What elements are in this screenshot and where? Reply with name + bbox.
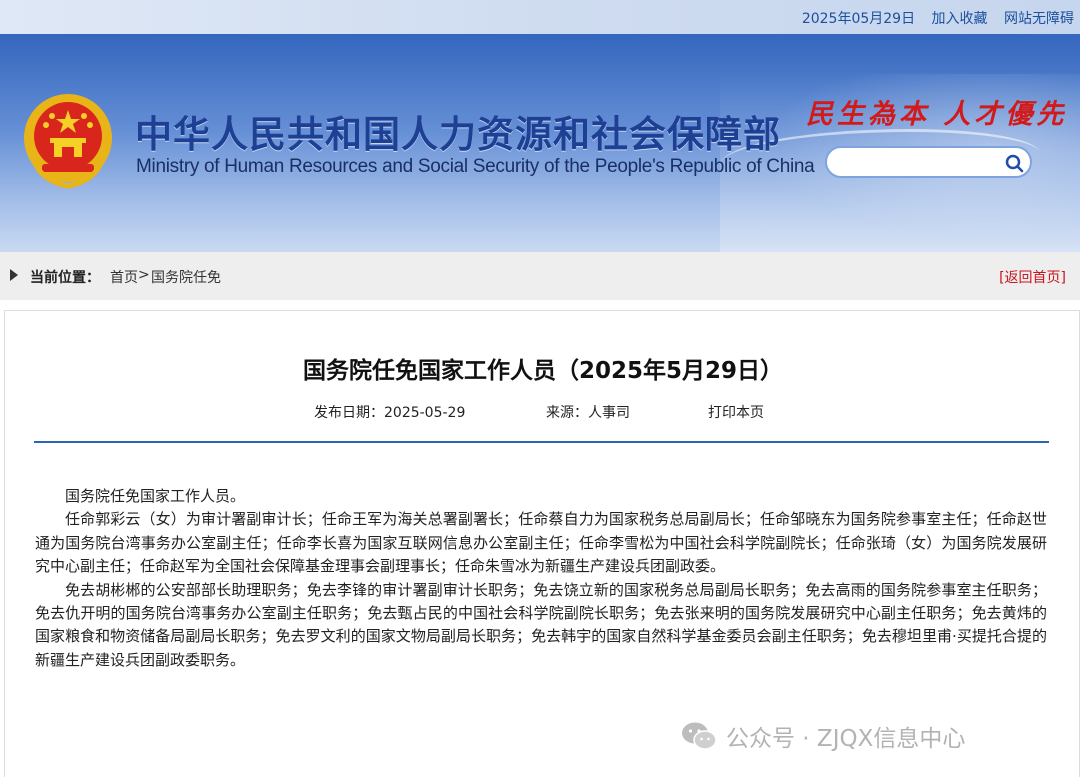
article-body: 国务院任免国家工作人员。 任命郭彩云（女）为审计署副审计长；任命王军为海关总署副… [35,485,1047,672]
top-bar: 2025年05月29日 加入收藏 网站无障碍 [0,0,1080,34]
wechat-icon [682,722,717,750]
breadcrumb-arrow-icon [10,269,18,281]
article-source: 来源：人事司 [546,402,630,422]
watermark-text: 公众号 · ZJQX信息中心 [726,726,966,752]
site-banner: 中华人民共和国人力资源和社会保障部 Ministry of Human Reso… [0,34,1080,252]
accessibility-link[interactable]: 网站无障碍 [1004,11,1074,27]
add-favorite-link[interactable]: 加入收藏 [932,11,988,27]
source-label: 来源： [546,405,588,421]
search-icon[interactable] [1004,153,1024,173]
national-emblem-icon [24,94,112,189]
search-box[interactable] [825,146,1032,178]
ministry-slogan: 民生為本 人才優先 [806,99,1068,130]
article-paragraph: 免去胡彬郴的公安部部长助理职务；免去李锋的审计署副审计长职务；免去饶立新的国家税… [35,580,1047,669]
watermark: 公众号 · ZJQX信息中心 [680,721,966,752]
ministry-title-en: Ministry of Human Resources and Social S… [136,156,815,177]
breadcrumb-current-link[interactable]: 国务院任免 [151,267,221,287]
publish-date: 发布日期：2025-05-29 [314,402,465,422]
top-links: 2025年05月29日 加入收藏 网站无障碍 [790,8,1074,28]
current-date: 2025年05月29日 [801,11,916,27]
back-to-home-link[interactable]: [返回首页] [999,267,1066,287]
article-panel: 国务院任免国家工作人员（2025年5月29日） 发布日期：2025-05-29 … [4,310,1080,777]
publish-date-label: 发布日期： [314,405,384,421]
breadcrumb-home-link[interactable]: 首页 [110,267,138,287]
breadcrumb-separator: > [138,267,150,283]
article-paragraph: 国务院任免国家工作人员。 [65,487,246,505]
publish-date-value: 2025-05-29 [384,405,466,421]
breadcrumb: 当前位置： 首页 > 国务院任免 [返回首页] [0,252,1080,300]
title-divider [34,441,1049,443]
breadcrumb-label: 当前位置： [30,270,100,286]
ministry-title-cn: 中华人民共和国人力资源和社会保障部 [135,113,781,156]
article-paragraph: 任命郭彩云（女）为审计署副审计长；任命王军为海关总署副署长；任命蔡自力为国家税务… [35,510,1047,576]
print-page-link[interactable]: 打印本页 [708,402,764,422]
source-value: 人事司 [588,405,630,421]
article-title: 国务院任免国家工作人员（2025年5月29日） [302,358,784,384]
